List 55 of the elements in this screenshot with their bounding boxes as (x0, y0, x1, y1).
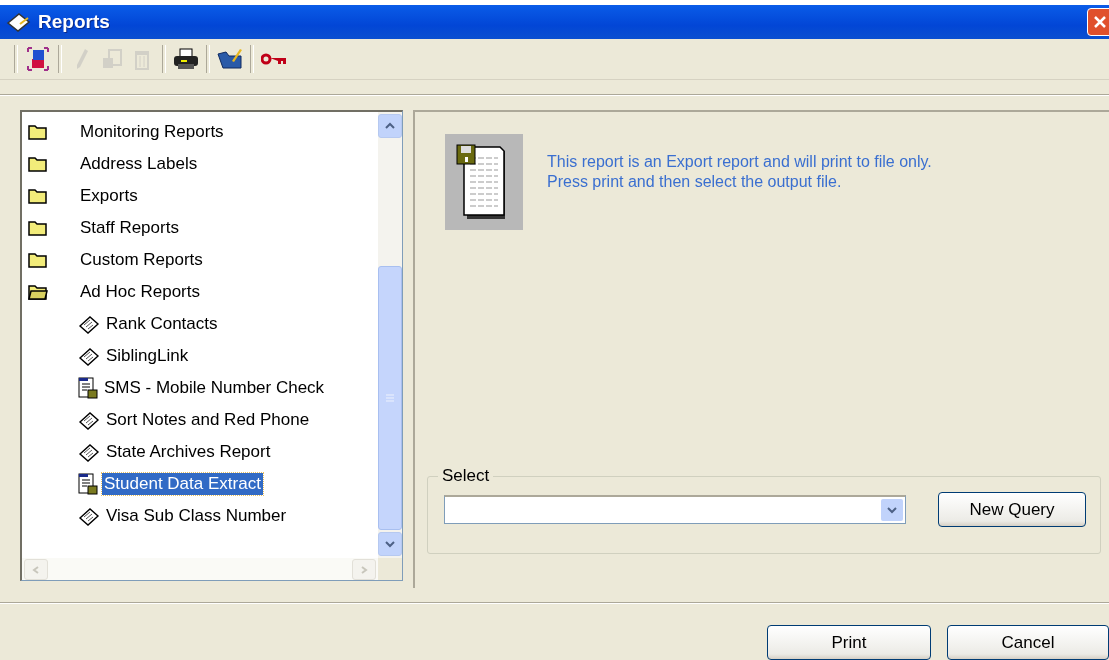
folder-icon (28, 252, 48, 268)
notepad-icon (78, 506, 100, 526)
tree-item[interactable]: Sort Notes and Red Phone (104, 409, 312, 431)
scrollbar-corner (378, 558, 402, 580)
folder-label: Custom Reports (80, 250, 203, 270)
group-label: Select (441, 466, 491, 486)
tree-folder[interactable]: Staff Reports (22, 212, 378, 244)
folder-icon (28, 124, 48, 140)
trash-icon (133, 48, 151, 70)
print-button[interactable]: Print (767, 625, 931, 660)
tree-folder[interactable]: Address Labels (22, 148, 378, 180)
pencil-icon (74, 47, 90, 71)
tree-item[interactable]: Rank Contacts (104, 313, 220, 335)
notepad-icon (78, 346, 100, 366)
horizontal-scrollbar[interactable] (22, 558, 378, 580)
folder-label: Staff Reports (80, 218, 179, 238)
cubes-icon (27, 47, 49, 71)
tree-item[interactable]: Student Data Extract (102, 473, 263, 495)
window-title: Reports (38, 11, 111, 33)
document-disk-icon (78, 377, 98, 399)
query-dropdown[interactable] (444, 495, 906, 524)
tree-item[interactable]: SMS - Mobile Number Check (102, 377, 327, 399)
folder-label: Address Labels (80, 154, 198, 174)
notepad-icon (78, 442, 100, 462)
new-query-button[interactable]: New Query (938, 492, 1086, 527)
folder-icon (28, 220, 48, 236)
folder-icon (28, 188, 48, 204)
dropdown-button[interactable] (881, 499, 903, 521)
folder-label: Exports (80, 186, 138, 206)
close-button[interactable] (1087, 8, 1109, 36)
info-text: Press print and then select the output file. (547, 172, 843, 192)
tree-item[interactable]: State Archives Report (104, 441, 273, 463)
tree-folder[interactable]: Exports (22, 180, 378, 212)
tree-folder[interactable]: Custom Reports (22, 244, 378, 276)
close-icon (1093, 15, 1107, 29)
tree-folder[interactable]: Ad Hoc Reports (22, 276, 378, 308)
vertical-scrollbar[interactable] (378, 112, 402, 558)
cancel-button[interactable]: Cancel (947, 625, 1109, 660)
tree-folder[interactable]: Monitoring Reports (22, 116, 378, 148)
notepad-icon (6, 11, 32, 33)
folder-label: Monitoring Reports (80, 122, 224, 142)
folder-pencil-icon (217, 47, 243, 71)
notepad-icon (78, 410, 100, 430)
notepad-icon (78, 314, 100, 334)
key-icon (261, 53, 287, 65)
printer-icon (173, 48, 199, 70)
copy-icon (101, 48, 123, 70)
folder-label: Ad Hoc Reports (80, 282, 200, 302)
folder-icon (28, 156, 48, 172)
open-folder-icon (28, 284, 48, 300)
report-icon (445, 134, 523, 230)
tree-item[interactable]: Visa Sub Class Number (104, 505, 289, 527)
tree-item[interactable]: SiblingLink (104, 345, 191, 367)
document-disk-icon (78, 473, 98, 495)
info-text: This report is an Export report and will print to file only. (547, 152, 932, 172)
